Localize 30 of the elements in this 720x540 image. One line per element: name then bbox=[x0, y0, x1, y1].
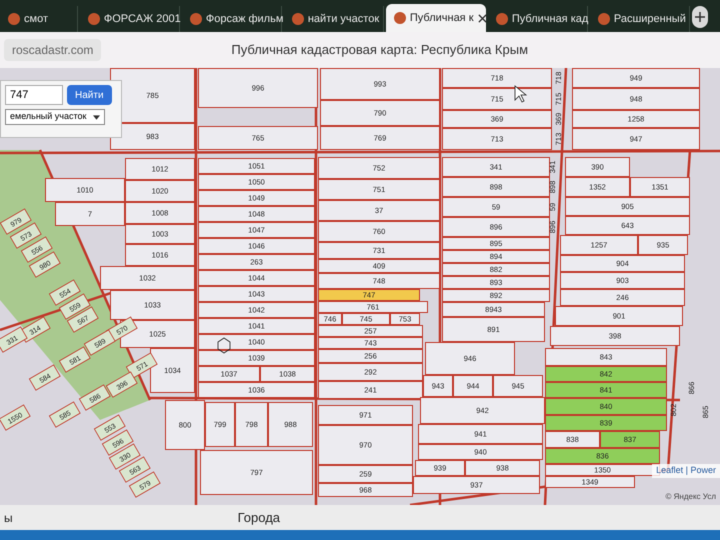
tab-title: ФОРСАЖ 2001 bbox=[104, 12, 181, 27]
tab-title: Форсаж фильм bbox=[206, 12, 284, 27]
plus-icon bbox=[694, 12, 705, 22]
tab-title: найти участок bbox=[308, 12, 380, 27]
address-bar[interactable]: roscadastr.com bbox=[4, 39, 102, 61]
cursor-icon bbox=[514, 85, 528, 103]
site-icon bbox=[292, 13, 304, 25]
page-title: Публичная кадастровая карта: Республика Крым bbox=[231, 41, 528, 60]
hexagon-icon bbox=[218, 338, 230, 354]
map-attribution: Leaflet | Power bbox=[652, 464, 720, 478]
new-tab-button[interactable] bbox=[692, 6, 708, 28]
close-icon[interactable] bbox=[478, 14, 487, 22]
tab-title: Публичная к bbox=[410, 10, 474, 26]
panel-label: Города bbox=[238, 508, 280, 527]
type-select[interactable]: емельный участок bbox=[5, 109, 105, 125]
tab-title: Публичная кад bbox=[512, 12, 588, 27]
site-icon bbox=[88, 13, 100, 25]
site-icon bbox=[598, 13, 610, 25]
tab-title: Расширенный bbox=[614, 12, 686, 27]
caret-icon bbox=[93, 114, 100, 120]
panel-label: ы bbox=[4, 510, 13, 526]
site-icon bbox=[190, 13, 202, 25]
search-field[interactable]: 747 bbox=[5, 85, 63, 105]
browser-tab[interactable]: Публичная к bbox=[386, 4, 486, 32]
find-button[interactable]: Найти bbox=[67, 85, 112, 105]
site-icon bbox=[496, 13, 508, 25]
map-copyright: © Яндекс Усл bbox=[666, 491, 716, 503]
site-icon bbox=[394, 12, 406, 24]
site-icon bbox=[8, 13, 20, 25]
tab-title: смот bbox=[24, 12, 48, 27]
